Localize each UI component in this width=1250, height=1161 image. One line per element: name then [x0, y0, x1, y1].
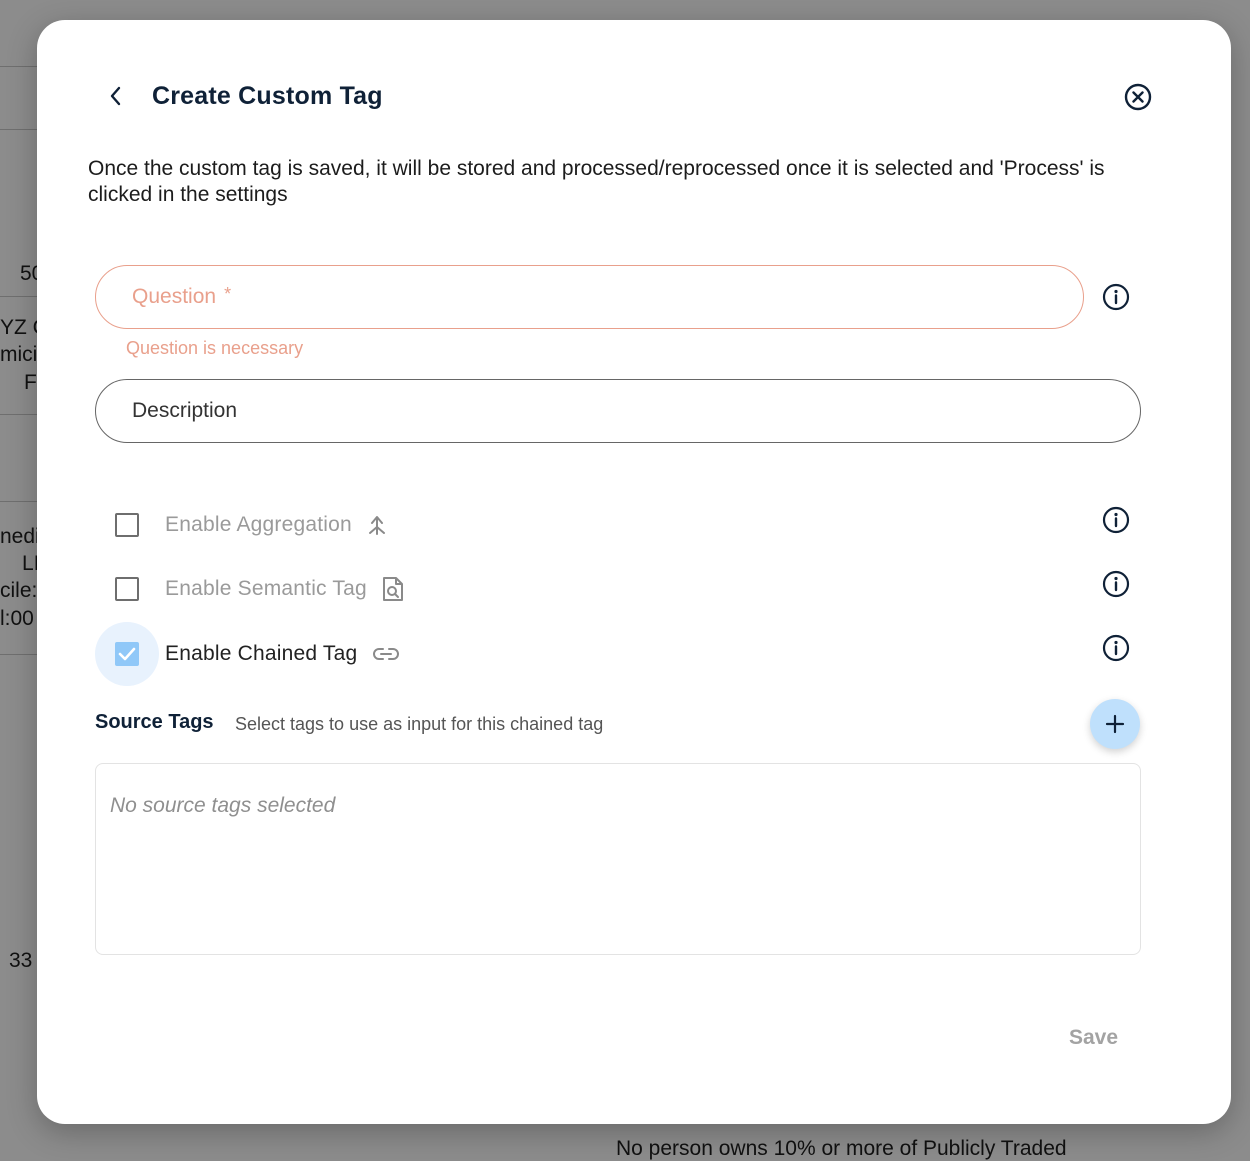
- add-source-tag-button[interactable]: [1090, 699, 1140, 749]
- bg-divider: [0, 501, 37, 502]
- question-placeholder: Question: [132, 285, 217, 308]
- plus-icon: [1105, 714, 1125, 734]
- info-icon[interactable]: [1101, 505, 1131, 535]
- chained-label: Enable Chained Tag: [165, 642, 358, 665]
- bg-divider: [0, 654, 37, 655]
- question-error: Question is necessary: [126, 338, 304, 358]
- bg-text: F: [24, 371, 37, 394]
- chevron-left-icon: [110, 86, 121, 106]
- create-custom-tag-modal: Create Custom Tag Once the custom tag is…: [37, 20, 1231, 1124]
- modal-title: Create Custom Tag: [152, 82, 383, 110]
- aggregation-checkbox-wrap[interactable]: [95, 493, 159, 557]
- bg-text: l:00: [0, 607, 34, 630]
- source-tags-box: No source tags selected: [95, 763, 1141, 955]
- option-semantic-tag[interactable]: Enable Semantic Tag: [95, 557, 405, 621]
- document-search-icon: [381, 575, 405, 603]
- bg-text: No person owns 10% or more of Publicly T…: [616, 1137, 1067, 1160]
- bg-divider: [0, 296, 37, 297]
- merge-arrow-icon: [366, 513, 388, 537]
- description-input[interactable]: Description: [95, 379, 1141, 443]
- save-button[interactable]: Save: [1069, 1026, 1118, 1050]
- source-tags-empty: No source tags selected: [110, 794, 336, 817]
- info-icon[interactable]: [1101, 633, 1131, 663]
- semantic-checkbox-wrap[interactable]: [95, 557, 159, 621]
- aggregation-label: Enable Aggregation: [165, 513, 352, 536]
- bg-text: 33: [9, 949, 33, 972]
- modal-description: Once the custom tag is saved, it will be…: [88, 157, 1105, 206]
- bg-text: nedi: [0, 525, 40, 548]
- link-icon: [371, 645, 401, 663]
- bg-divider: [0, 129, 37, 130]
- close-button[interactable]: [1123, 82, 1153, 112]
- required-mark: *: [224, 283, 232, 304]
- info-icon[interactable]: [1101, 282, 1131, 312]
- semantic-label: Enable Semantic Tag: [165, 577, 367, 600]
- question-input[interactable]: Question *: [95, 265, 1084, 329]
- check-icon: [118, 647, 136, 661]
- back-button[interactable]: [103, 83, 127, 109]
- bg-divider: [0, 414, 37, 415]
- aggregation-checkbox[interactable]: [115, 513, 139, 537]
- semantic-checkbox[interactable]: [115, 577, 139, 601]
- source-tags-title: Source Tags: [95, 711, 214, 733]
- option-chained-tag[interactable]: Enable Chained Tag: [95, 622, 401, 686]
- chained-checkbox-wrap[interactable]: [95, 622, 159, 686]
- option-aggregation[interactable]: Enable Aggregation: [95, 493, 388, 557]
- close-circle-icon: [1124, 83, 1152, 111]
- bg-divider: [0, 66, 37, 67]
- bg-text: cile:: [0, 579, 38, 602]
- chained-checkbox[interactable]: [115, 642, 139, 666]
- description-placeholder: Description: [132, 399, 238, 422]
- info-icon[interactable]: [1101, 569, 1131, 599]
- source-tags-subtitle: Select tags to use as input for this cha…: [235, 714, 604, 734]
- bg-text: mici: [0, 343, 38, 366]
